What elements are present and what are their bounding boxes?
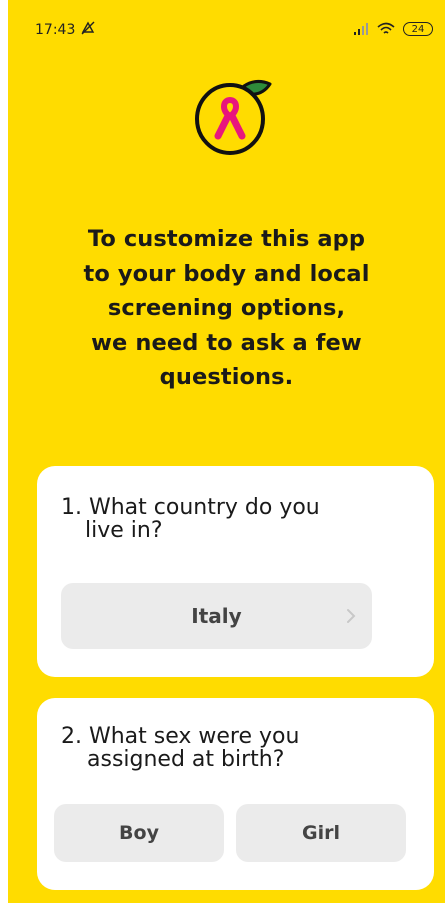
intro-line: To customize this app [87,226,366,252]
girl-button[interactable]: Girl [236,804,406,862]
question-line: live in? [85,518,163,543]
intro-line: questions. [159,364,294,390]
intro-line: screening options, [107,295,346,321]
question-sex-text: 2. What sex were you assigned at birth? [61,725,391,771]
question-line: assigned at birth? [87,747,285,772]
dnd-off-icon [81,21,95,35]
country-select-button[interactable]: Italy [61,583,372,649]
question-line: 1. What country do you [61,495,320,520]
lemon-pink-ribbon-logo [195,79,272,155]
question-line: 2. What sex were you [61,724,300,749]
status-right-icons: 24 [353,20,433,38]
intro-line: we need to ask a few [91,329,362,356]
status-bar: 17:43 24 [8,0,445,60]
wifi-icon [377,22,395,34]
onboarding-screen: 17:43 24 To customize this app to your b… [8,0,445,903]
status-time: 17:43 [35,22,76,38]
question-country-text: 1. What country do you live in? [61,496,391,542]
boy-button[interactable]: Boy [54,804,224,862]
question-card-country: 1. What country do you live in? Italy [37,466,434,677]
sex-choice-row: Boy Girl [54,804,406,862]
intro-line: to your body and local [83,260,370,287]
country-select-value: Italy [191,604,242,628]
chevron-right-icon [347,609,356,623]
intro-text: To customize this app to your body and l… [48,222,405,395]
battery-icon: 24 [403,22,433,36]
question-card-sex: 2. What sex were you assigned at birth? … [37,698,434,890]
signal-icon [354,23,368,35]
